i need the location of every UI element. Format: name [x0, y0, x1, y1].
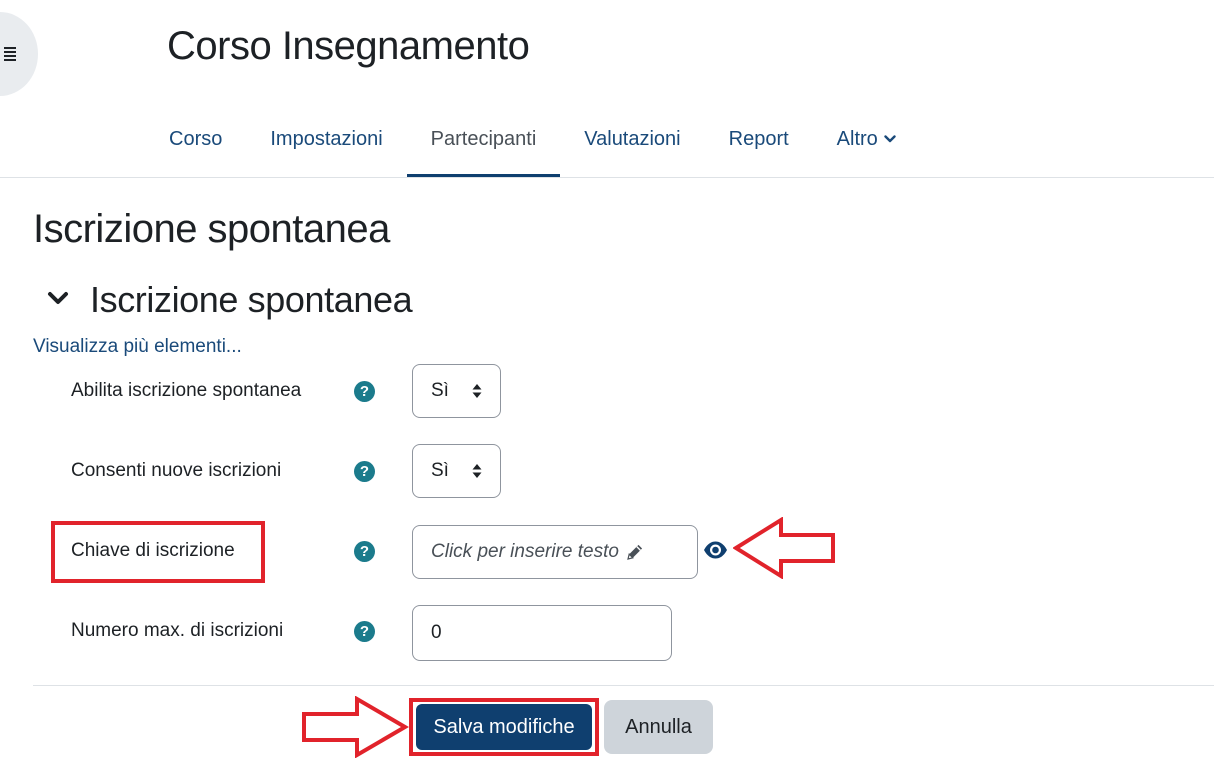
tab-label: Report	[728, 127, 789, 150]
tab-label: Partecipanti	[430, 127, 537, 150]
select-value: Sì	[431, 380, 449, 401]
max-enrol-input[interactable]	[412, 605, 672, 661]
section-title: Iscrizione spontanea	[90, 279, 413, 320]
tab-corso[interactable]: Corso	[145, 100, 246, 178]
hamburger-icon	[4, 47, 16, 61]
form-row-max: Numero max. di iscrizioni ?	[0, 604, 1214, 661]
form-row-allow-new: Consenti nuove iscrizioni ? Sì	[0, 444, 1214, 500]
tab-label: Corso	[169, 127, 223, 150]
course-nav-tabs: Corso Impostazioni Partecipanti Valutazi…	[145, 100, 920, 178]
annotation-arrow	[302, 696, 409, 758]
key-inplace-editable[interactable]: Click per inserire testo	[412, 525, 698, 579]
select-updown-icon	[472, 463, 482, 485]
help-icon[interactable]: ?	[354, 621, 375, 642]
tab-valutazioni[interactable]: Valutazioni	[560, 100, 704, 178]
eye-icon[interactable]	[703, 539, 728, 566]
tab-label: Valutazioni	[584, 127, 681, 150]
help-icon[interactable]: ?	[354, 461, 375, 482]
key-placeholder: Click per inserire testo	[431, 541, 619, 562]
chevron-down-icon	[46, 289, 70, 312]
annotation-arrow	[733, 517, 835, 579]
help-icon[interactable]: ?	[354, 381, 375, 402]
cancel-button[interactable]: Annulla	[604, 700, 713, 754]
enable-label: Abilita iscrizione spontanea	[71, 380, 302, 401]
drawer-toggle-button[interactable]	[0, 12, 38, 96]
annotation-highlight-box	[51, 521, 265, 583]
tab-altro[interactable]: Altro	[813, 100, 920, 178]
tab-partecipanti[interactable]: Partecipanti	[406, 100, 561, 178]
select-updown-icon	[472, 383, 482, 405]
enable-select[interactable]: Sì	[412, 364, 501, 418]
show-more-link[interactable]: Visualizza più elementi...	[33, 336, 242, 358]
tab-label: Altro	[836, 127, 878, 150]
select-value: Sì	[431, 460, 449, 481]
help-icon[interactable]: ?	[354, 541, 375, 562]
form-footer-divider	[33, 685, 1214, 686]
allow-new-label: Consenti nuove iscrizioni	[71, 460, 282, 481]
page-heading: Iscrizione spontanea	[33, 207, 390, 251]
form-row-enable: Abilita iscrizione spontanea ? Sì	[0, 364, 1214, 420]
allow-new-select[interactable]: Sì	[412, 444, 501, 498]
course-title: Corso Insegnamento	[167, 24, 530, 68]
tab-impostazioni[interactable]: Impostazioni	[246, 100, 406, 178]
page: Corso Insegnamento Corso Impostazioni Pa…	[0, 0, 1214, 778]
save-button[interactable]: Salva modifiche	[416, 704, 592, 750]
tab-label: Impostazioni	[270, 127, 383, 150]
section-collapse-toggle[interactable]: Iscrizione spontanea	[46, 279, 413, 321]
nav-divider	[0, 177, 1214, 178]
tab-report[interactable]: Report	[705, 100, 813, 178]
pencil-icon	[625, 542, 645, 562]
chevron-down-icon	[884, 134, 896, 144]
max-label: Numero max. di iscrizioni	[71, 620, 284, 641]
